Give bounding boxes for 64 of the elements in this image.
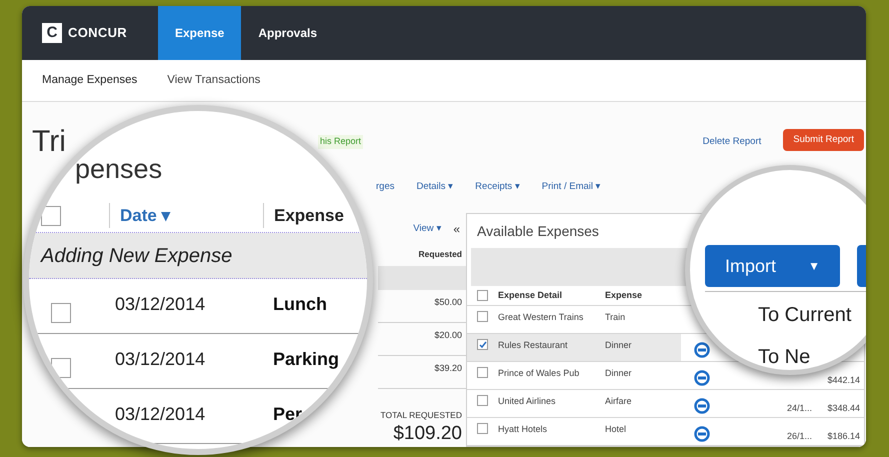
expense-type: Airfare	[605, 395, 633, 408]
date-cell-text: 03/12/2014	[115, 348, 206, 371]
amount-cell: $442.14	[827, 375, 860, 385]
expense-detail: United Airlines	[498, 395, 557, 408]
checkbox[interactable]	[477, 290, 488, 301]
toolbar-menu[interactable]: Receipts ▾	[475, 180, 520, 194]
column-header: Expense	[605, 288, 642, 302]
total-label: TOTAL REQUESTED	[380, 409, 462, 422]
toolbar-menu[interactable]: rges	[376, 180, 394, 194]
checkbox[interactable]	[477, 395, 488, 406]
checkbox[interactable]	[477, 311, 488, 322]
date-cell-text: 03/12/2014	[115, 403, 206, 426]
amount-cell: $186.14	[827, 431, 860, 441]
date-cell: 24/1...	[786, 403, 812, 413]
expense-type: Lunch	[273, 293, 327, 316]
expense-detail: Rules Restaurant	[498, 339, 569, 352]
panel-title: Available Expenses	[477, 222, 599, 241]
checkbox[interactable]	[51, 358, 71, 378]
expense-type: Train	[605, 311, 626, 324]
expense-type: Hotel	[605, 423, 628, 436]
amount-cell: $348.44	[827, 403, 860, 413]
nav-tab[interactable]: Approvals	[241, 6, 334, 60]
delete-link[interactable]: Delete Report	[702, 135, 762, 150]
collapse-button[interactable]: «	[453, 220, 460, 238]
nav-tab[interactable]: Expense	[158, 6, 242, 60]
checkbox[interactable]	[477, 367, 488, 378]
section-heading: penses	[75, 154, 162, 184]
column-header: Requested	[418, 248, 462, 260]
expense-detail: Great Western Trains	[498, 311, 584, 324]
receipt-icon[interactable]	[694, 370, 710, 386]
expense-detail: Hyatt Hotels	[498, 423, 548, 436]
date-cell-text: 03/12/2014	[115, 293, 206, 316]
expense-type: Dinner	[605, 367, 633, 380]
receipt-icon[interactable]	[694, 342, 710, 358]
expense-row[interactable]: Rules Restaurant Dinner	[467, 334, 681, 361]
column-header: Expense	[263, 202, 344, 228]
expense-detail: Prince of Wales Pub	[498, 367, 580, 380]
import-button[interactable]: Import ▼	[705, 245, 840, 287]
subnav-tab[interactable]: Manage Expenses	[42, 72, 138, 90]
expense-type: Parking	[273, 348, 340, 371]
report-title: Tri	[32, 127, 67, 157]
menu-item[interactable]: To Current	[758, 292, 866, 334]
toolbar-menu[interactable]: Print / Email ▾	[542, 180, 601, 194]
total-amount: $109.20	[393, 422, 462, 446]
view-menu[interactable]: View ▾	[413, 222, 442, 236]
column-header[interactable]: Date ▾	[109, 202, 263, 228]
checkbox[interactable]	[477, 423, 488, 434]
expense-type: Per	[273, 403, 302, 426]
checkbox[interactable]	[41, 206, 61, 226]
column-header: Expense Detail	[498, 288, 564, 302]
date-cell: 26/1...	[786, 431, 812, 441]
toolbar-menu[interactable]: Details ▾	[416, 180, 454, 194]
menu-item[interactable]: To Ne	[758, 334, 866, 370]
receipt-icon[interactable]	[694, 398, 710, 414]
checkmark-icon	[478, 340, 486, 348]
new-expense-row: Adding New Expense	[29, 233, 367, 279]
logo-text: CONCUR	[68, 24, 128, 42]
submit-button[interactable]: Submit Report	[783, 129, 864, 151]
subnav-tab[interactable]: View Transactions	[167, 72, 260, 90]
logo-mark: C	[42, 23, 62, 43]
checkbox[interactable]	[51, 303, 71, 323]
checkbox[interactable]	[477, 339, 488, 350]
expense-type: Dinner	[605, 339, 633, 352]
receipt-icon[interactable]	[694, 426, 710, 442]
